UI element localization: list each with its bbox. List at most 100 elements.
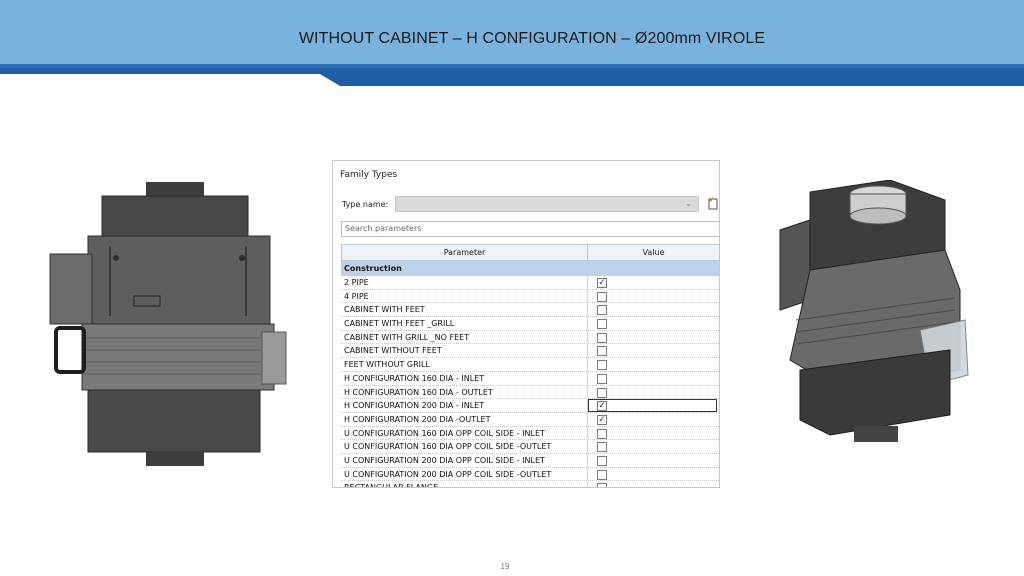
value-checkbox[interactable]: [597, 346, 607, 357]
unit-isometric-view-image: [779, 180, 969, 442]
column-divider: [587, 440, 588, 453]
formula-indicator: =: [718, 387, 719, 396]
formula-indicator: =: [718, 373, 719, 382]
formula-indicator: =: [718, 304, 719, 313]
chevron-down-icon: ⌄: [685, 199, 692, 208]
table-row[interactable]: U CONFIGURATION 160 DIA OPP COIL SIDE - …: [341, 426, 719, 441]
formula-indicator: =: [718, 469, 719, 478]
page-number: 19: [500, 562, 510, 571]
unit-front-view-image: [49, 182, 287, 466]
column-divider: [587, 344, 588, 358]
column-divider: [587, 317, 588, 330]
parameter-label: U CONFIGURATION 200 DIA OPP COIL SIDE -O…: [344, 469, 552, 479]
selected-cell-outline: [588, 399, 717, 413]
parameter-grid: Parameter Value Construction 2 PIPE✓=4 P…: [341, 244, 719, 488]
formula-indicator: =: [718, 345, 719, 354]
table-row[interactable]: CABINET WITH FEET =: [341, 303, 719, 318]
parameter-label: H CONFIGURATION 200 DIA -OUTLET: [344, 414, 491, 424]
parameter-label: H CONFIGURATION 160 DIA - OUTLET: [344, 387, 493, 397]
value-checkbox[interactable]: [597, 455, 607, 466]
formula-indicator: =: [718, 359, 719, 368]
column-divider: [587, 385, 588, 399]
value-checkbox[interactable]: [597, 319, 607, 330]
slide-title: WITHOUT CABINET – H CONFIGURATION – Ø200…: [298, 30, 766, 47]
column-divider: [587, 330, 588, 344]
formula-indicator: =: [718, 318, 719, 327]
table-row[interactable]: RECTANGULAR FLANGE =: [341, 481, 719, 488]
table-row[interactable]: CABINET WITH FEET _GRILL =: [341, 317, 719, 331]
type-name-label: Type name:: [342, 200, 389, 209]
value-checkbox[interactable]: [597, 442, 607, 453]
value-checkbox[interactable]: [597, 469, 607, 480]
formula-indicator: =: [718, 455, 719, 464]
column-divider: [587, 426, 588, 440]
table-row[interactable]: H CONFIGURATION 200 DIA -OUTLET ✓ =: [341, 412, 719, 427]
value-checkbox[interactable]: [597, 305, 607, 316]
value-checkbox[interactable]: ✓: [597, 401, 607, 412]
dialog-title: Family Types: [340, 170, 398, 180]
column-divider: [587, 303, 588, 317]
search-parameters-input[interactable]: Search parameters: [341, 221, 719, 237]
table-row[interactable]: 4 PIPE =: [341, 289, 719, 304]
column-divider: [587, 371, 588, 385]
column-divider: [587, 358, 588, 371]
parameter-label: H CONFIGURATION 160 DIA - INLET: [344, 373, 485, 383]
type-name-select[interactable]: ⌄: [395, 196, 699, 212]
formula-indicator: =: [718, 277, 719, 286]
parameter-label: 4 PIPE: [344, 291, 369, 301]
column-divider: [587, 453, 588, 467]
parameter-label: 2 PIPE: [344, 278, 369, 287]
parameter-rows: 2 PIPE✓=4 PIPE=CABINET WITH FEET=CABINET…: [341, 276, 719, 488]
formula-indicator: =: [718, 400, 719, 409]
parameter-label: FEET WITHOUT GRILL: [344, 360, 430, 370]
value-checkbox[interactable]: [597, 428, 607, 439]
grid-header: Parameter Value: [341, 244, 719, 261]
parameter-label: U CONFIGURATION 200 DIA OPP COIL SIDE - …: [344, 455, 545, 465]
column-header-value[interactable]: Value: [588, 245, 719, 260]
column-divider: [587, 289, 588, 303]
section-construction[interactable]: Construction: [341, 261, 719, 276]
formula-indicator: =: [718, 414, 719, 423]
table-row[interactable]: CABINET WITHOUT FEET =: [341, 344, 719, 359]
parameter-label: U CONFIGURATION 160 DIA OPP COIL SIDE - …: [344, 428, 545, 438]
column-header-parameter[interactable]: Parameter: [342, 245, 588, 260]
formula-indicator: =: [718, 332, 719, 341]
table-row[interactable]: FEET WITHOUT GRILL =: [341, 358, 719, 372]
column-divider: [587, 412, 588, 426]
parameter-label: CABINET WITH FEET _GRILL: [344, 319, 455, 329]
parameter-label: H CONFIGURATION 200 DIA - INLET: [344, 401, 485, 411]
table-row[interactable]: U CONFIGURATION 160 DIA OPP COIL SIDE -O…: [341, 440, 719, 454]
header-band: WITHOUT CABINET – H CONFIGURATION – Ø200…: [0, 0, 1024, 64]
value-checkbox[interactable]: [597, 332, 607, 343]
parameter-label: CABINET WITH GRILL _NO FEET: [344, 332, 470, 342]
column-divider: [587, 481, 588, 487]
value-checkbox[interactable]: ✓: [597, 414, 607, 425]
table-row[interactable]: 2 PIPE ✓ =: [341, 276, 719, 290]
parameter-label: U CONFIGURATION 160 DIA OPP COIL SIDE -O…: [344, 442, 552, 452]
value-checkbox[interactable]: [597, 483, 607, 487]
table-row[interactable]: CABINET WITH GRILL _NO FEET =: [341, 330, 719, 345]
new-type-icon[interactable]: [706, 197, 720, 211]
parameter-label: CABINET WITH FEET: [344, 305, 425, 315]
value-checkbox[interactable]: [597, 291, 607, 302]
value-checkbox[interactable]: [597, 373, 607, 384]
formula-indicator: =: [718, 441, 719, 450]
parameter-label: CABINET WITHOUT FEET: [344, 346, 442, 356]
formula-indicator: =: [718, 482, 719, 487]
formula-indicator: =: [718, 291, 719, 300]
column-divider: [587, 467, 588, 481]
search-placeholder: Search parameters: [345, 224, 422, 233]
value-checkbox[interactable]: [597, 387, 607, 398]
table-row[interactable]: U CONFIGURATION 200 DIA OPP COIL SIDE -O…: [341, 467, 719, 482]
table-row[interactable]: H CONFIGURATION 160 DIA - INLET =: [341, 371, 719, 386]
table-row[interactable]: U CONFIGURATION 200 DIA OPP COIL SIDE - …: [341, 453, 719, 468]
formula-indicator: =: [718, 428, 719, 437]
header-stripe: [0, 64, 1024, 86]
value-checkbox[interactable]: [597, 360, 607, 371]
column-divider: [587, 276, 588, 289]
slide: WITHOUT CABINET – H CONFIGURATION – Ø200…: [0, 0, 1024, 576]
parameter-label: RECTANGULAR FLANGE: [344, 483, 439, 488]
table-row[interactable]: H CONFIGURATION 160 DIA - OUTLET =: [341, 385, 719, 400]
value-checkbox[interactable]: ✓: [597, 278, 607, 288]
table-row[interactable]: H CONFIGURATION 200 DIA - INLET ✓ =: [341, 399, 719, 413]
